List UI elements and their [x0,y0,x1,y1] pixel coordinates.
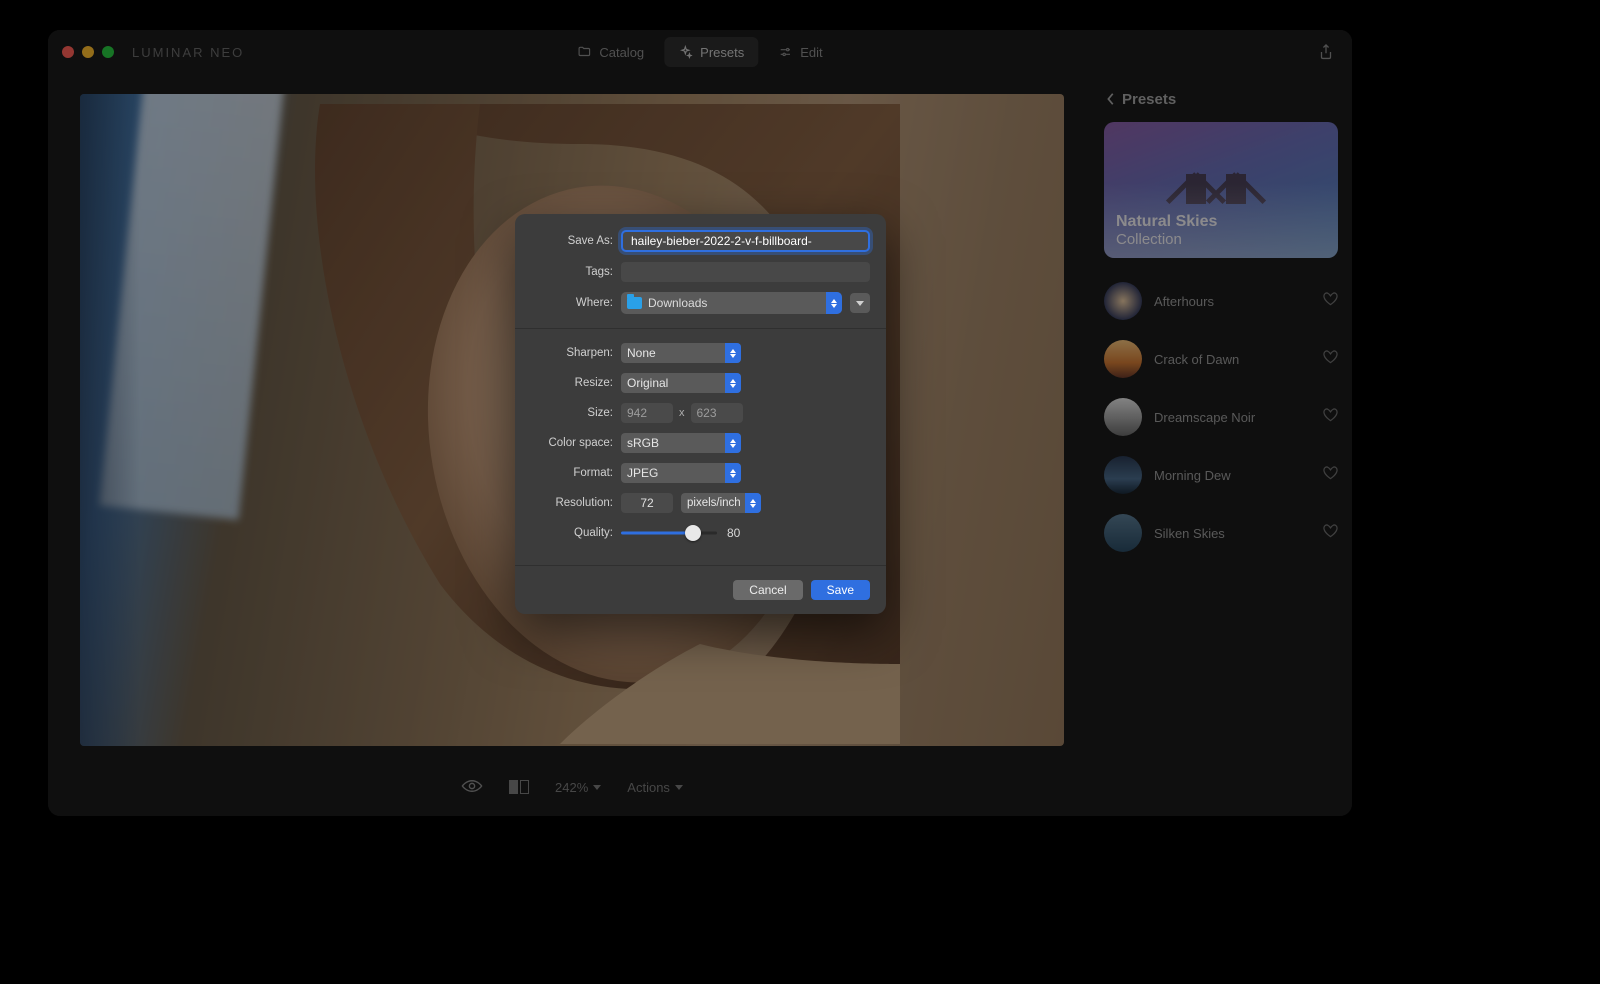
save-button[interactable]: Save [811,580,870,600]
quality-label: Quality: [531,527,621,539]
tags-input[interactable] [621,262,870,282]
dialog-top-section: Save As: hailey-bieber-2022-2-v-f-billbo… [515,214,886,329]
resize-select[interactable]: Original [621,373,741,393]
resolution-unit-select[interactable]: pixels/inch [681,493,761,513]
size-width-input[interactable]: 942 [621,403,673,423]
updown-arrows-icon [725,373,741,393]
size-separator: x [679,407,685,419]
format-value: JPEG [627,466,658,480]
where-value: Downloads [648,296,707,310]
color-space-select[interactable]: sRGB [621,433,741,453]
dialog-options-section: Sharpen: None Resize: Original Size: 942… [515,329,886,566]
resolution-unit-value: pixels/inch [687,497,741,509]
tags-label: Tags: [531,266,621,278]
sharpen-label: Sharpen: [531,347,621,359]
cancel-button[interactable]: Cancel [733,580,802,600]
sharpen-select[interactable]: None [621,343,741,363]
updown-arrows-icon [725,463,741,483]
updown-arrows-icon [725,343,741,363]
sharpen-value: None [627,346,656,360]
save-as-input[interactable]: hailey-bieber-2022-2-v-f-billboard- [621,230,870,252]
format-select[interactable]: JPEG [621,463,741,483]
updown-arrows-icon [826,292,842,314]
quality-slider[interactable] [621,523,717,543]
export-dialog: Save As: hailey-bieber-2022-2-v-f-billbo… [515,214,886,614]
where-label: Where: [531,297,621,309]
resize-value: Original [627,376,668,390]
quality-value: 80 [727,526,751,540]
color-space-value: sRGB [627,436,659,450]
dialog-buttons: Cancel Save [515,566,886,614]
where-select[interactable]: Downloads [621,292,842,314]
resolution-label: Resolution: [531,497,621,509]
color-space-label: Color space: [531,437,621,449]
resize-label: Resize: [531,377,621,389]
size-label: Size: [531,407,621,419]
format-label: Format: [531,467,621,479]
expand-location-button[interactable] [850,293,870,313]
slider-thumb[interactable] [685,525,701,541]
size-height-input[interactable]: 623 [691,403,743,423]
folder-icon [627,297,642,309]
resolution-input[interactable]: 72 [621,493,673,513]
save-as-label: Save As: [531,235,621,247]
updown-arrows-icon [745,493,761,513]
slider-fill [621,532,693,535]
updown-arrows-icon [725,433,741,453]
